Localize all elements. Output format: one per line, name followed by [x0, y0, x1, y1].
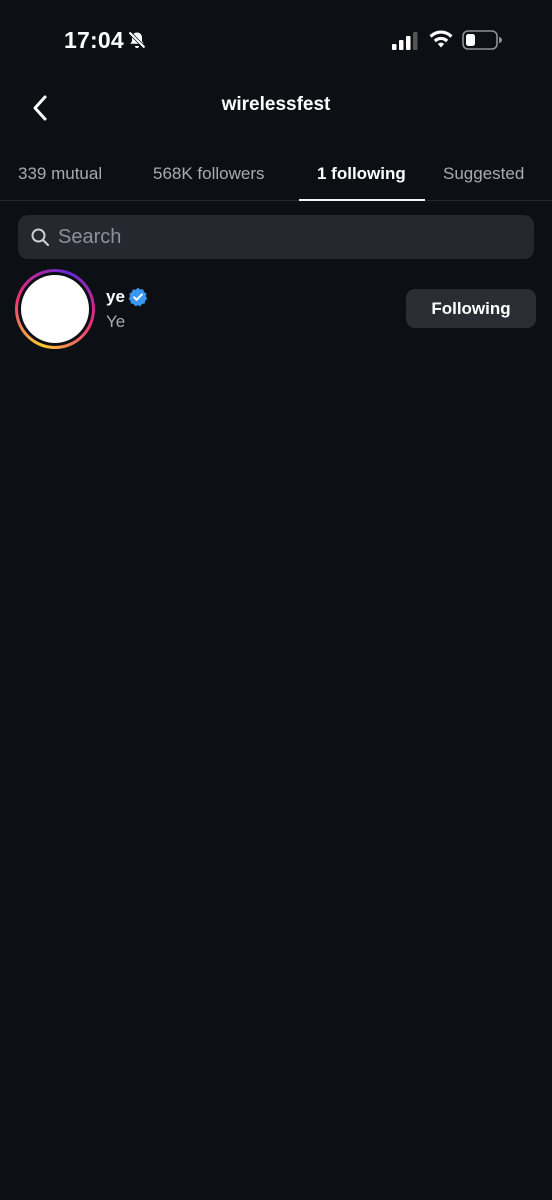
bell-muted-icon — [128, 31, 146, 49]
status-time: 17:04 — [64, 27, 124, 53]
page-title: wirelessfest — [221, 94, 331, 115]
status-bar: 17:04 — [0, 0, 552, 80]
following-button[interactable]: Following — [406, 289, 536, 328]
tab-followers[interactable]: 568K followers — [153, 164, 265, 184]
search-input[interactable] — [58, 215, 518, 259]
avatar — [21, 275, 89, 343]
tab-suggested[interactable]: Suggested — [443, 164, 524, 184]
list-item[interactable]: ye Ye Following — [0, 265, 552, 355]
full-name: Ye — [106, 312, 126, 331]
battery-icon — [462, 30, 502, 50]
search-bar — [18, 215, 534, 259]
verified-badge-icon — [128, 287, 148, 307]
header: wirelessfest — [0, 80, 552, 132]
tab-following[interactable]: 1 following — [317, 164, 406, 184]
search-icon — [31, 228, 50, 247]
wifi-icon — [429, 30, 453, 48]
active-tab-indicator — [299, 199, 425, 201]
story-ring[interactable] — [15, 269, 95, 349]
cellular-signal-icon — [392, 32, 418, 50]
tab-mutual[interactable]: 339 mutual — [18, 164, 102, 184]
tab-bar: 339 mutual 568K followers 1 following Su… — [0, 150, 552, 201]
username[interactable]: ye — [106, 287, 125, 307]
